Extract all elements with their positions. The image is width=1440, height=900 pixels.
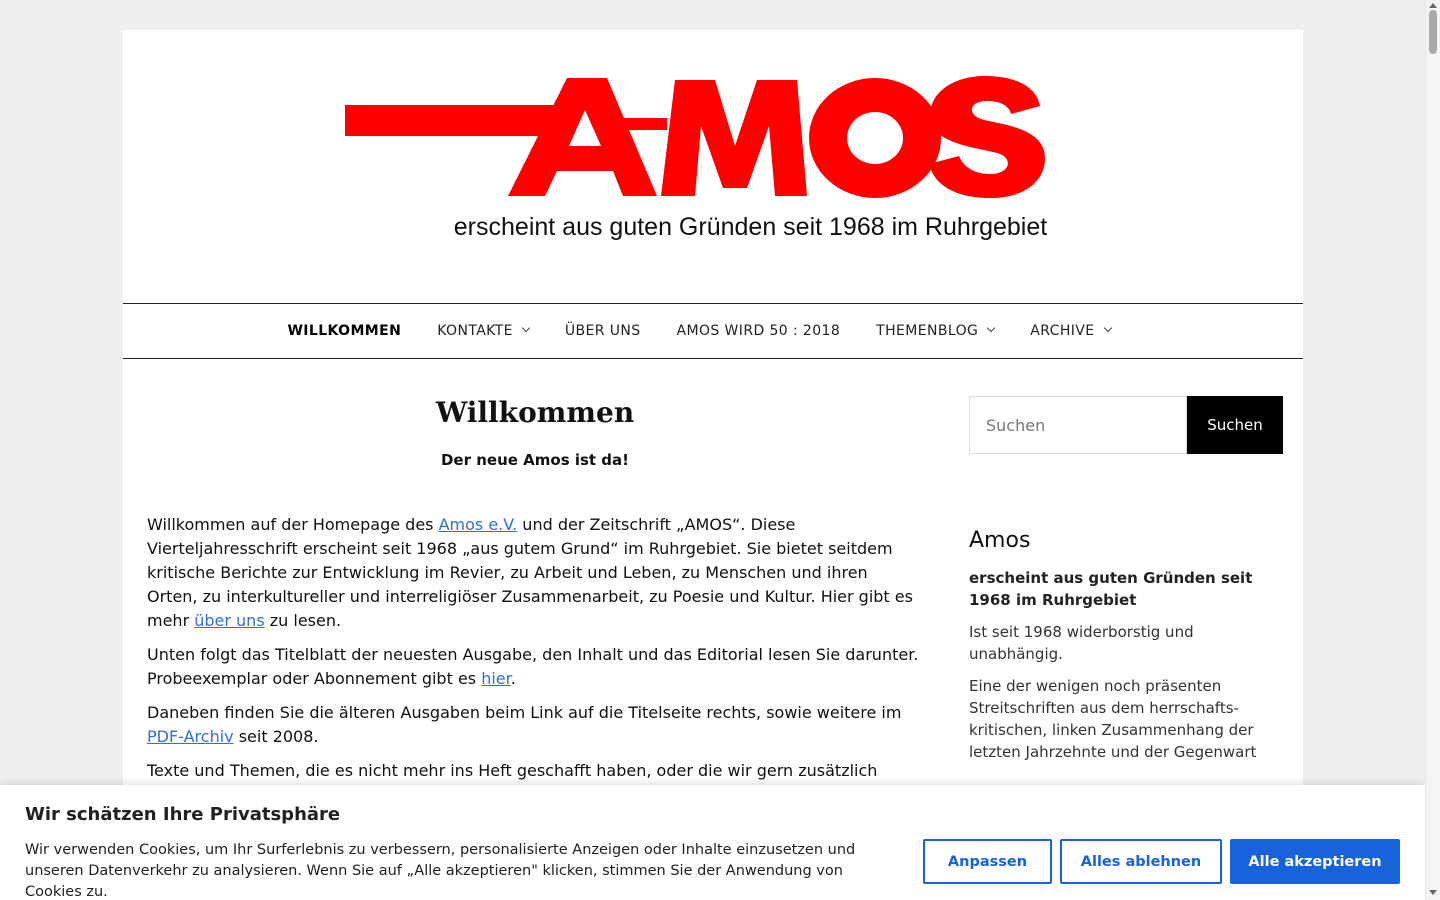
accept-all-button[interactable]: Alle akzeptieren [1230,839,1400,884]
main-nav: WILLKOMMEN KONTAKTE ÜBER UNS AMOS WIRD 5… [123,303,1303,359]
search-input[interactable] [969,396,1187,454]
text: seit 2008. [233,727,319,746]
main-content: Willkommen Der neue Amos ist da! Willkom… [147,396,923,793]
search-form: Suchen [969,396,1283,454]
paragraph-texts: Texte und Themen, die es nicht mehr ins … [147,761,878,780]
scroll-down-arrow-icon[interactable] [1429,890,1437,895]
scroll-thumb[interactable] [1429,10,1437,54]
paragraph-subscription: Unten folgt das Titelblatt der neuesten … [147,643,923,691]
site-tagline: erscheint aus guten Gründen seit 1968 im… [453,213,1048,241]
nav-item-amos-wird-50[interactable]: AMOS WIRD 50 : 2018 [659,323,859,339]
cookie-text: Wir verwenden Cookies, um Ihr Surferlebn… [25,842,856,900]
widget-text: Ist seit 1968 widerborstig und unabhängi… [969,623,1194,663]
text: Willkommen auf der Homepage des [147,515,439,534]
widget-text: Eine der wenigen noch präsenten Streitsc… [969,677,1257,761]
nav-item-ueber-uns[interactable]: ÜBER UNS [547,323,659,339]
nav-item-themenblog[interactable]: THEMENBLOG [858,323,1030,339]
cookie-title: Wir schätzen Ihre Privatsphäre [25,804,341,825]
widget-subtitle: erscheint aus guten Gründen seit 1968 im… [969,569,1253,609]
page-container: erscheint aus guten Gründen seit 1968 im… [123,30,1303,900]
nav-item-label: KONTAKTE [437,323,513,339]
scrollbar[interactable] [1425,0,1440,900]
chevron-down-icon[interactable] [521,323,531,333]
nav-item-archive[interactable]: ARCHIVE [1012,323,1146,339]
scroll-up-arrow-icon[interactable] [1429,3,1437,8]
paragraph-archive: Daneben finden Sie die älteren Ausgaben … [147,701,923,749]
link-pdf-archiv[interactable]: PDF-Archiv [147,727,234,746]
nav-item-label: ARCHIVE [1030,323,1095,339]
link-ueber-uns[interactable]: über uns [194,611,264,630]
chevron-down-icon[interactable] [987,323,996,333]
nav-item-kontakte[interactable]: KONTAKTE [419,323,565,339]
link-hier[interactable]: hier [481,669,511,688]
search-button[interactable]: Suchen [1187,396,1283,454]
widget-title: Amos [969,528,1031,553]
customize-button[interactable]: Anpassen [923,839,1052,884]
chevron-down-icon[interactable] [1103,323,1112,333]
nav-item-willkommen[interactable]: WILLKOMMEN [269,323,419,339]
sidebar: Suchen Amos erscheint aus guten Gründen … [969,396,1283,763]
nav-item-label: ÜBER UNS [564,323,641,339]
text: Daneben finden Sie die älteren Ausgaben … [147,703,902,722]
page-title: Willkommen [435,396,635,429]
page-subtitle: Der neue Amos ist da! [440,451,630,469]
reject-all-button[interactable]: Alles ablehnen [1060,839,1222,884]
nav-item-label: THEMENBLOG [876,323,979,339]
text: Unten folgt das Titelblatt der neuesten … [147,645,919,688]
article-body: Willkommen auf der Homepage des Amos e.V… [147,513,923,783]
site-header: erscheint aus guten Gründen seit 1968 im… [123,30,1303,303]
nav-item-label: AMOS WIRD 50 : 2018 [676,323,841,339]
text: . [510,669,516,688]
nav-item-label: WILLKOMMEN [287,323,402,339]
paragraph-intro: Willkommen auf der Homepage des Amos e.V… [147,513,923,633]
cookie-banner: Wir schätzen Ihre Privatsphäre Wir verwe… [0,785,1425,900]
text: zu lesen. [264,611,342,630]
link-amos-ev[interactable]: Amos e.V. [439,515,518,534]
amos-logo[interactable] [345,76,1045,201]
